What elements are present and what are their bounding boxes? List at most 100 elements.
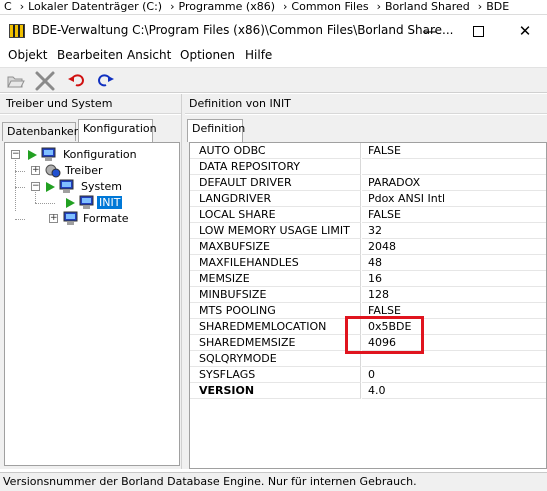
property-name: LOCAL SHARE	[190, 207, 361, 223]
tree-node-treiber[interactable]: + Treiber	[31, 163, 171, 179]
property-row[interactable]: DEFAULT DRIVER PARADOX	[190, 175, 546, 191]
breadcrumb-item[interactable]: C	[4, 0, 12, 13]
property-name: DATA REPOSITORY	[190, 159, 361, 175]
expand-icon[interactable]: +	[31, 166, 40, 175]
menu-bar: Objekt Bearbeiten Ansicht Optionen Hilfe	[0, 46, 547, 66]
maximize-icon	[472, 26, 484, 37]
property-row[interactable]: MEMSIZE 16	[190, 271, 546, 287]
property-name: MTS POOLING	[190, 303, 361, 319]
property-value[interactable]: 128	[362, 287, 546, 303]
status-bar: Versionsnummer der Borland Database Engi…	[0, 472, 547, 491]
property-value[interactable]: 48	[362, 255, 546, 271]
property-value[interactable]: 0	[362, 367, 546, 383]
breadcrumb-item[interactable]: Programme (x86)	[179, 0, 275, 13]
open-button[interactable]	[4, 70, 26, 92]
tree-label: System	[81, 180, 123, 193]
property-value[interactable]: 0x5BDE	[362, 319, 546, 335]
tree-node-init[interactable]: INIT	[65, 195, 165, 211]
tree-label: Formate	[83, 212, 129, 225]
chevron-right-icon: ›	[19, 0, 25, 13]
property-name: LOW MEMORY USAGE LIMIT	[190, 223, 361, 239]
property-value[interactable]: FALSE	[362, 303, 546, 319]
breadcrumb-item[interactable]: Lokaler Datenträger (C:)	[28, 0, 162, 13]
explorer-breadcrumb: C › Lokaler Datenträger (C:) › Programme (x8…	[0, 0, 547, 14]
config-tree: − Konfiguration + Treiber − System INIT …	[4, 142, 180, 466]
property-row[interactable]: SHAREDMEMLOCATION 0x5BDE	[190, 319, 546, 335]
property-row[interactable]: LOW MEMORY USAGE LIMIT 32	[190, 223, 546, 239]
property-row[interactable]: MAXFILEHANDLES 48	[190, 255, 546, 271]
property-name: LANGDRIVER	[190, 191, 361, 207]
property-row[interactable]: MAXBUFSIZE 2048	[190, 239, 546, 255]
property-value[interactable]: FALSE	[362, 143, 546, 159]
minimize-button[interactable]: —	[410, 19, 450, 43]
tab-datenbanken[interactable]: Datenbanken	[2, 122, 81, 141]
drivers-icon	[45, 164, 61, 178]
property-value[interactable]: 32	[362, 223, 546, 239]
property-row[interactable]: MINBUFSIZE 128	[190, 287, 546, 303]
property-row[interactable]: LANGDRIVER Pdox ANSI Intl	[190, 191, 546, 207]
tree-node-konfiguration[interactable]: − Konfiguration	[11, 147, 171, 163]
left-pane: Datenbanken Konfiguration − Konfiguratio…	[0, 115, 181, 469]
collapse-icon[interactable]: −	[31, 182, 40, 191]
property-row[interactable]: MTS POOLING FALSE	[190, 303, 546, 319]
property-name: SQLQRYMODE	[190, 351, 361, 367]
collapse-icon[interactable]: −	[11, 150, 20, 159]
property-value[interactable]: PARADOX	[362, 175, 546, 191]
breadcrumb-item[interactable]: Borland Shared	[385, 0, 470, 13]
property-row[interactable]: LOCAL SHARE FALSE	[190, 207, 546, 223]
menu-bearbeiten[interactable]: Bearbeiten	[57, 48, 123, 62]
property-row[interactable]: DATA REPOSITORY	[190, 159, 546, 175]
breadcrumb-item[interactable]: BDE	[486, 0, 509, 13]
property-value[interactable]: Pdox ANSI Intl	[362, 191, 546, 207]
tree-guide	[15, 219, 25, 220]
left-pane-header: Treiber und System	[0, 94, 181, 114]
property-name: MINBUFSIZE	[190, 287, 361, 303]
property-value[interactable]: 16	[362, 271, 546, 287]
undo-button[interactable]	[66, 70, 88, 92]
undo-icon	[68, 74, 85, 87]
property-row[interactable]: VERSION 4.0	[190, 383, 546, 399]
property-name: SHAREDMEMSIZE	[190, 335, 361, 351]
green-play-icon	[28, 150, 37, 160]
property-value[interactable]: 4.0	[362, 383, 546, 399]
window-title: BDE-Verwaltung C:\Program Files (x86)\Co…	[32, 23, 454, 37]
chevron-right-icon: ›	[376, 0, 381, 13]
breadcrumb-item[interactable]: Common Files	[291, 0, 368, 13]
property-value[interactable]	[362, 351, 546, 367]
chevron-right-icon: ›	[170, 0, 175, 13]
property-value[interactable]: 4096	[362, 335, 546, 351]
delete-button[interactable]	[34, 70, 56, 92]
tree-label-selected: INIT	[97, 196, 123, 209]
property-value[interactable]	[362, 159, 546, 175]
property-row[interactable]: AUTO ODBC FALSE	[190, 143, 546, 159]
property-value[interactable]: FALSE	[362, 207, 546, 223]
menu-objekt[interactable]: Objekt	[8, 48, 47, 62]
tree-label: Konfiguration	[63, 148, 137, 161]
bde-app-icon	[9, 24, 25, 38]
property-name: AUTO ODBC	[190, 143, 361, 159]
tab-definition[interactable]: Definition	[187, 119, 245, 142]
maximize-button[interactable]	[458, 19, 498, 43]
property-row[interactable]: SHAREDMEMSIZE 4096	[190, 335, 546, 351]
expand-icon[interactable]: +	[49, 214, 58, 223]
right-pane: Definition AUTO ODBC FALSE DATA REPOSITORY…	[185, 115, 547, 469]
close-button[interactable]: ✕	[505, 19, 545, 43]
toolbar	[0, 67, 547, 93]
tree-guide	[15, 187, 25, 188]
menu-hilfe[interactable]: Hilfe	[245, 48, 272, 62]
tab-konfiguration[interactable]: Konfiguration	[78, 119, 157, 142]
property-row[interactable]: SQLQRYMODE	[190, 351, 546, 367]
redo-button[interactable]	[94, 70, 116, 92]
tree-guide	[15, 171, 25, 172]
property-value[interactable]: 2048	[362, 239, 546, 255]
menu-optionen[interactable]: Optionen	[180, 48, 235, 62]
property-row[interactable]: SYSFLAGS 0	[190, 367, 546, 383]
tree-node-formate[interactable]: + Formate	[49, 211, 169, 227]
delete-x-icon	[35, 71, 55, 91]
menu-ansicht[interactable]: Ansicht	[127, 48, 171, 62]
property-name: MAXFILEHANDLES	[190, 255, 361, 271]
redo-icon	[97, 74, 114, 87]
right-pane-header: Definition von INIT	[182, 94, 547, 114]
tree-guide	[35, 203, 55, 204]
tree-node-system[interactable]: − System	[31, 179, 171, 195]
